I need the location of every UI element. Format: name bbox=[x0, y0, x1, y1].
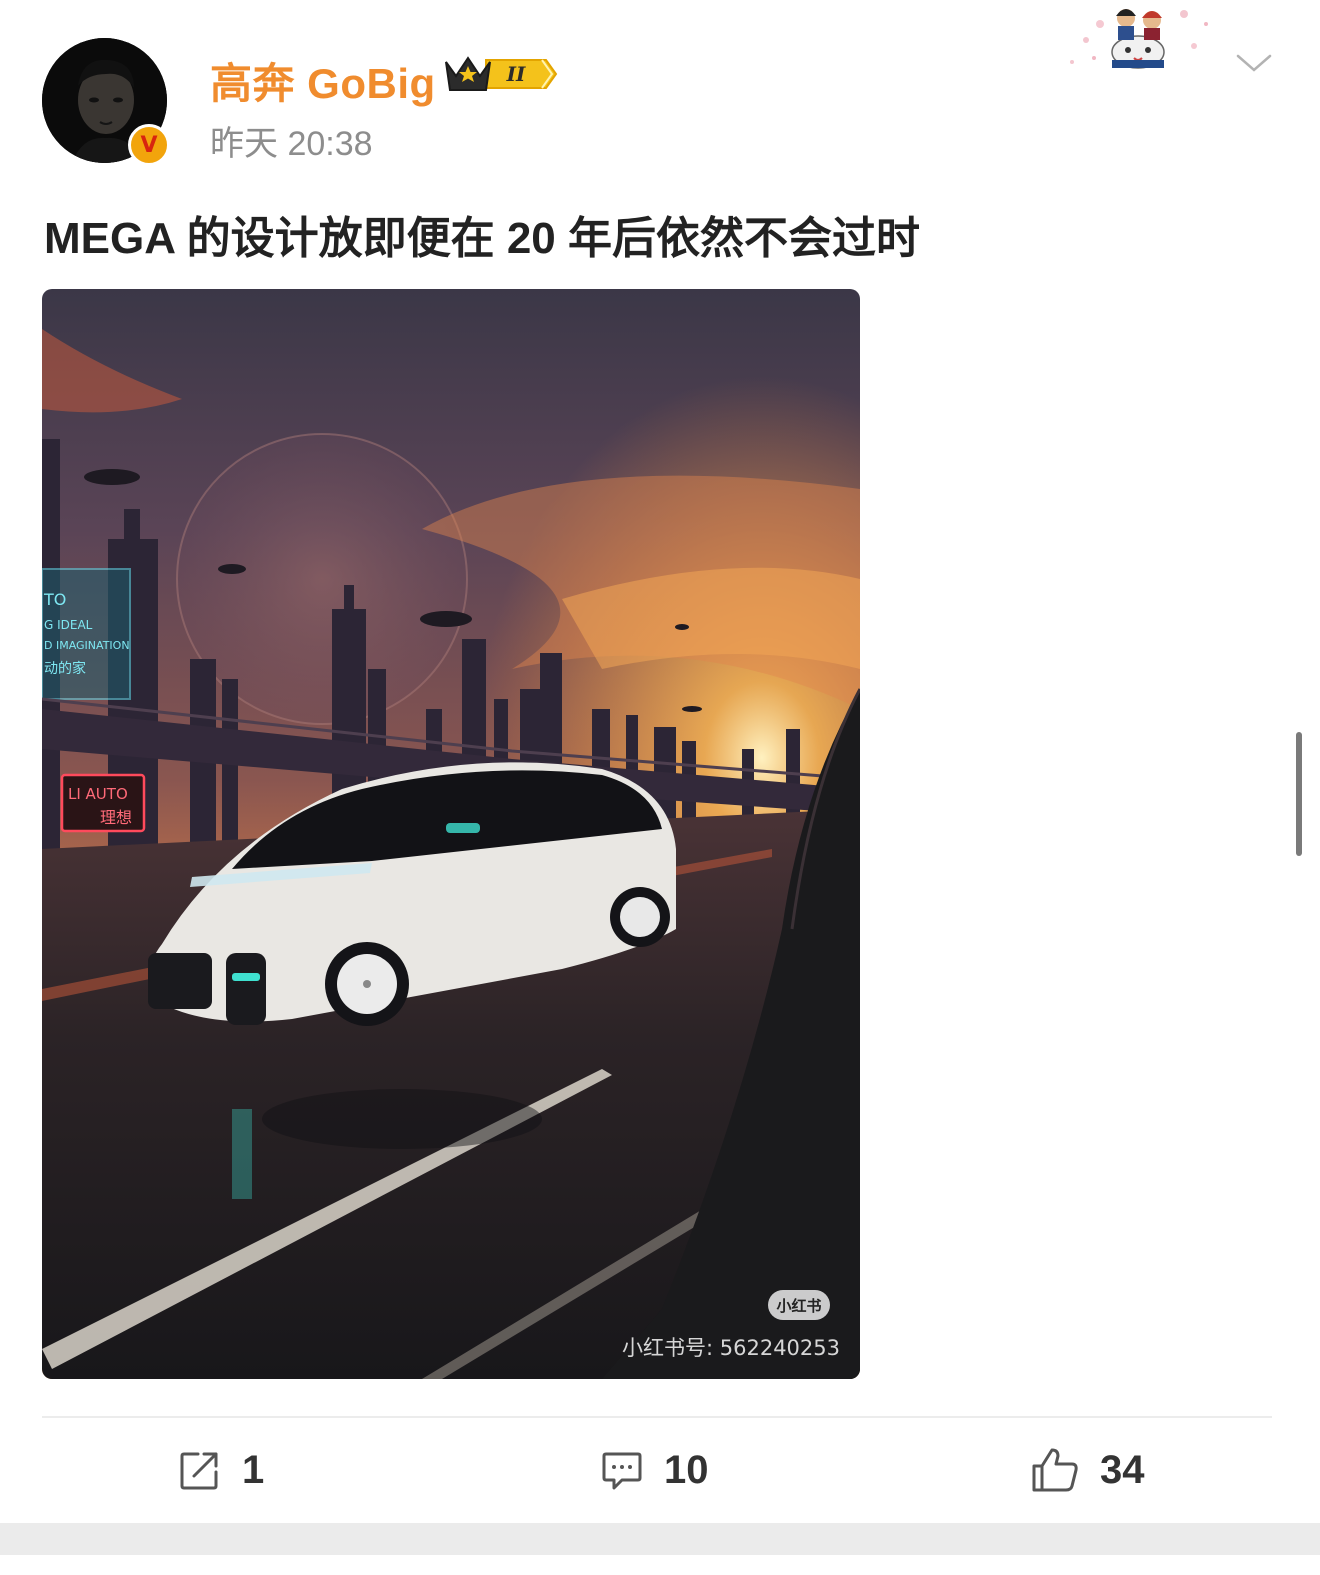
billboard-line-4: 动的家 bbox=[44, 660, 86, 677]
billboard-line-2: G IDEAL bbox=[44, 618, 93, 632]
post-timestamp: 昨天 20:38 bbox=[210, 125, 373, 163]
watermark-id: 小红书号: 562240253 bbox=[622, 1336, 840, 1360]
neon-sign-text-cn: 理想 bbox=[100, 808, 132, 827]
post-image[interactable]: TO G IDEAL D IMAGINATION 动的家 LI AUTO 理想 bbox=[42, 289, 860, 1379]
billboard-line-3: D IMAGINATION bbox=[44, 639, 130, 652]
action-divider bbox=[42, 1416, 1272, 1418]
neon-sign-text: LI AUTO bbox=[68, 785, 128, 803]
repost-button[interactable]: 1 bbox=[178, 1440, 264, 1500]
decoration-sticker bbox=[1064, 0, 1214, 85]
like-count: 34 bbox=[1100, 1447, 1145, 1492]
repost-icon bbox=[180, 1452, 218, 1490]
scrollbar-thumb[interactable] bbox=[1296, 732, 1302, 856]
like-button[interactable]: 34 bbox=[1030, 1440, 1145, 1500]
next-post-edge bbox=[0, 1555, 1320, 1575]
chevron-down-icon[interactable] bbox=[1234, 50, 1274, 79]
thumbs-up-icon bbox=[1032, 1448, 1078, 1492]
comment-button[interactable]: 10 bbox=[600, 1440, 709, 1500]
repost-count: 1 bbox=[242, 1447, 265, 1492]
member-crown-badge[interactable]: II bbox=[442, 52, 558, 101]
comment-count: 10 bbox=[664, 1447, 709, 1492]
level-badge-text: II bbox=[506, 62, 526, 86]
billboard-line-1: TO bbox=[43, 590, 66, 609]
post-text: MEGA 的设计放即便在 20 年后依然不会过时 bbox=[44, 214, 920, 263]
watermark-badge: 小红书 bbox=[768, 1290, 830, 1320]
comment-icon bbox=[602, 1452, 642, 1490]
verified-badge: V bbox=[128, 124, 170, 166]
verified-mark: V bbox=[140, 132, 158, 158]
author-name[interactable]: 高奔 GoBig bbox=[210, 50, 436, 111]
